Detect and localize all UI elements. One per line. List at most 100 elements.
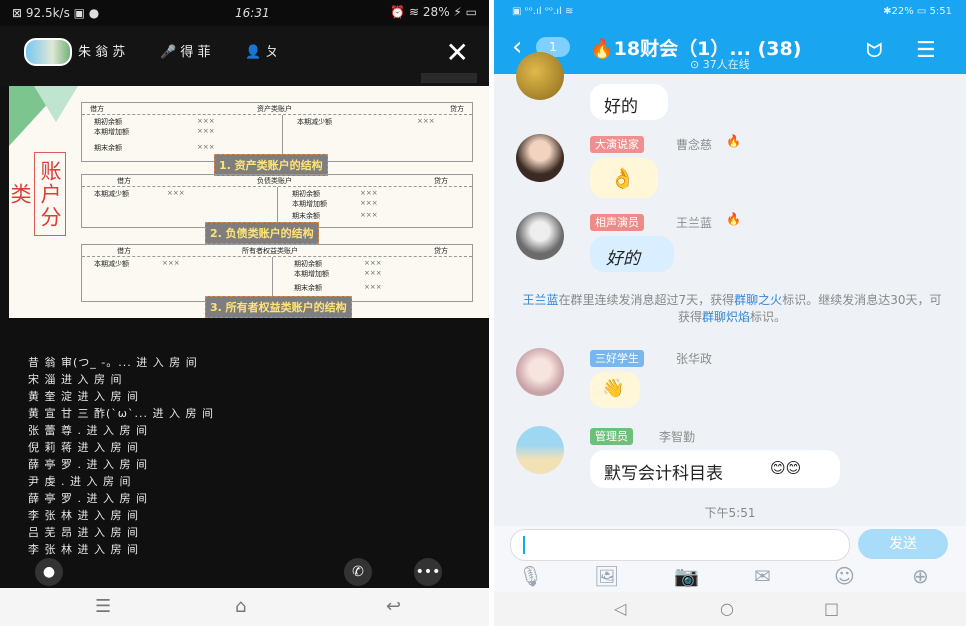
avatar[interactable] <box>516 426 564 474</box>
room-message: 倪 莉 蒋 进 入 房 间 <box>28 441 139 454</box>
table-caption: 3. 所有者权益类账户的结构 <box>205 296 352 318</box>
cell-label: 期末余额 <box>294 284 322 292</box>
message-text: 好的 <box>606 249 640 269</box>
cell-label: 期初余额 <box>294 260 322 268</box>
cell-value: ××× <box>360 211 378 219</box>
chat-toolbar: 🎙 🖼 📷 ✉ ☺ ⊕ <box>494 562 966 592</box>
cell-label: 本期减少额 <box>94 260 129 268</box>
message-bubble[interactable]: 默写会计科目表 😊😊 <box>590 450 840 488</box>
emoji-icon[interactable]: ☺ <box>834 564 855 588</box>
live-room-panel: ⊠ 92.5k/s ▣ ● 16:31 ⏰ ≋ 28% ⚡ ▭ 朱 翁 苏 🎤 … <box>0 0 489 626</box>
online-text: 37人在线 <box>702 58 750 71</box>
back-arrow-icon[interactable]: ‹ <box>512 34 522 60</box>
cell-value: ××× <box>360 199 378 207</box>
chat-bubble-icon[interactable]: ● <box>35 558 63 586</box>
text-cursor <box>523 536 525 554</box>
back-icon[interactable]: ↩ <box>386 596 401 617</box>
back-triangle-icon[interactable]: ◁ <box>614 599 626 618</box>
status-bar: ⊠ 92.5k/s ▣ ● 16:31 ⏰ ≋ 28% ⚡ ▭ <box>0 0 489 26</box>
liability-account-table: 借方 负债类账户 贷方 本期减少额 ××× 期初余额 ××× 本期增加额 ×××… <box>81 174 473 228</box>
menu-icon[interactable]: ☰ <box>916 38 936 63</box>
table-caption: 1. 资产类账户的结构 <box>214 154 328 176</box>
ok-hand-icon: 👌 <box>610 166 635 190</box>
table-title: 负债类账户 <box>257 177 292 185</box>
table-title: 资产类账户 <box>257 105 292 113</box>
member-title-tag: 三好学生 <box>590 350 644 367</box>
avatar[interactable] <box>516 52 564 100</box>
member-count: (38) <box>757 38 802 60</box>
room-message: 黄 奎 淀 进 入 房 间 <box>28 390 139 403</box>
cell-value: ××× <box>360 189 378 197</box>
sender-name[interactable]: 张华政 <box>676 350 712 367</box>
group-mascot-icon[interactable]: ᗢ <box>866 38 883 62</box>
chat-header: ‹ 1 🔥18财会（1）... (38) ⊙ 37人在线 ᗢ ☰ <box>494 24 966 74</box>
flame-icon: 🔥 <box>590 38 614 60</box>
cell-value: ××× <box>197 143 215 151</box>
emoji-sticker[interactable]: 👌 <box>590 158 658 198</box>
sender-name[interactable]: 曹念慈 <box>676 136 712 153</box>
cell-value: ××× <box>162 259 180 267</box>
shared-slide: 账户分类 借方 资产类账户 贷方 期初余额 ××× 本期减少额 ××× 本期增加… <box>9 86 489 318</box>
mic-item[interactable]: 🎤 得 菲 <box>160 41 210 60</box>
room-message: 薛 亭 罗 . 进 入 房 间 <box>28 492 148 505</box>
watermark <box>421 73 477 83</box>
notice-badge-name[interactable]: 群聊之火 <box>734 293 782 307</box>
sender-name[interactable]: 李智勤 <box>659 428 695 445</box>
home-icon[interactable]: ⌂ <box>235 596 246 617</box>
table-title: 所有者权益类账户 <box>242 247 298 255</box>
message-bubble[interactable]: 好的 <box>590 84 668 120</box>
emoji-sticker[interactable]: 👋 <box>590 372 640 408</box>
more-icon[interactable]: ••• <box>414 558 442 586</box>
camera-icon[interactable]: 📷 <box>674 564 699 588</box>
microphone-icon[interactable]: 🎙 <box>518 564 543 588</box>
image-icon[interactable]: 🖼 <box>594 564 619 588</box>
avatar[interactable] <box>516 212 564 260</box>
room-message: 尹 虔 . 进 入 房 间 <box>28 475 132 488</box>
phone-icon[interactable]: ✆ <box>344 558 372 586</box>
room-message-list: 昔 翁 审(つ_ -。... 进 入 房 间 宋 淄 进 入 房 间 黄 奎 淀… <box>0 318 489 588</box>
cell-value: ××× <box>417 117 435 125</box>
credit-label: 贷方 <box>434 247 448 255</box>
android-nav-bar: ◁ ○ □ <box>494 592 966 626</box>
mic-label: 得 菲 <box>180 45 211 60</box>
message-list: 好的 大演说家 曹念慈 🔥 👌 相声演员 王兰蓝 🔥 好的 王兰蓝在群里连续发消… <box>494 52 966 526</box>
room-message: 张 蕾 尊 . 进 入 房 间 <box>28 424 148 437</box>
room-message: 昔 翁 审(つ_ -。... 进 入 房 间 <box>28 356 198 369</box>
online-dot-icon: ⊙ <box>690 58 700 71</box>
menu-icon[interactable]: ☰ <box>95 596 111 617</box>
send-button[interactable]: 发送 <box>858 529 948 559</box>
avatar[interactable] <box>516 348 564 396</box>
recents-square-icon[interactable]: □ <box>824 599 839 618</box>
cell-label: 期末余额 <box>94 144 122 152</box>
divider <box>277 187 278 227</box>
table-header: 借方 负债类账户 贷方 <box>82 175 472 187</box>
audience-label: ㄆ <box>265 45 279 60</box>
message-text: 好的 <box>604 97 638 117</box>
credit-label: 贷方 <box>450 105 464 113</box>
debit-label: 借方 <box>90 105 104 113</box>
host-name[interactable]: 朱 翁 苏 <box>78 41 125 60</box>
cell-label: 本期增加额 <box>294 270 329 278</box>
member-title-tag: 大演说家 <box>590 136 644 153</box>
red-packet-icon[interactable]: ✉ <box>754 564 771 588</box>
plus-icon[interactable]: ⊕ <box>912 564 929 588</box>
member-title-tag: 管理员 <box>590 428 633 445</box>
notice-badge-name[interactable]: 群聊炽焰 <box>702 310 750 324</box>
sender-name[interactable]: 王兰蓝 <box>676 214 712 231</box>
audience-item[interactable]: 👤 ㄆ <box>245 41 278 60</box>
asset-account-table: 借方 资产类账户 贷方 期初余额 ××× 本期减少额 ××× 本期增加额 ×××… <box>81 102 473 162</box>
notice-text: 在群里连续发消息超过7天，获得 <box>558 293 735 307</box>
close-icon[interactable]: ✕ <box>446 36 469 69</box>
message-bubble[interactable]: 好的 <box>590 236 674 272</box>
cell-label: 本期增加额 <box>94 128 129 136</box>
credit-label: 贷方 <box>434 177 448 185</box>
host-avatar[interactable] <box>24 38 72 66</box>
waving-hand-icon: 👋 <box>602 378 625 399</box>
home-circle-icon[interactable]: ○ <box>720 599 734 618</box>
room-message: 黄 宣 甘 三 酢(`ω`... 进 入 房 间 <box>28 407 214 420</box>
notice-member-name[interactable]: 王兰蓝 <box>523 293 559 307</box>
message-input[interactable] <box>510 529 850 561</box>
cell-value: ××× <box>197 117 215 125</box>
avatar[interactable] <box>516 134 564 182</box>
flame-icon: 🔥 <box>726 212 741 226</box>
